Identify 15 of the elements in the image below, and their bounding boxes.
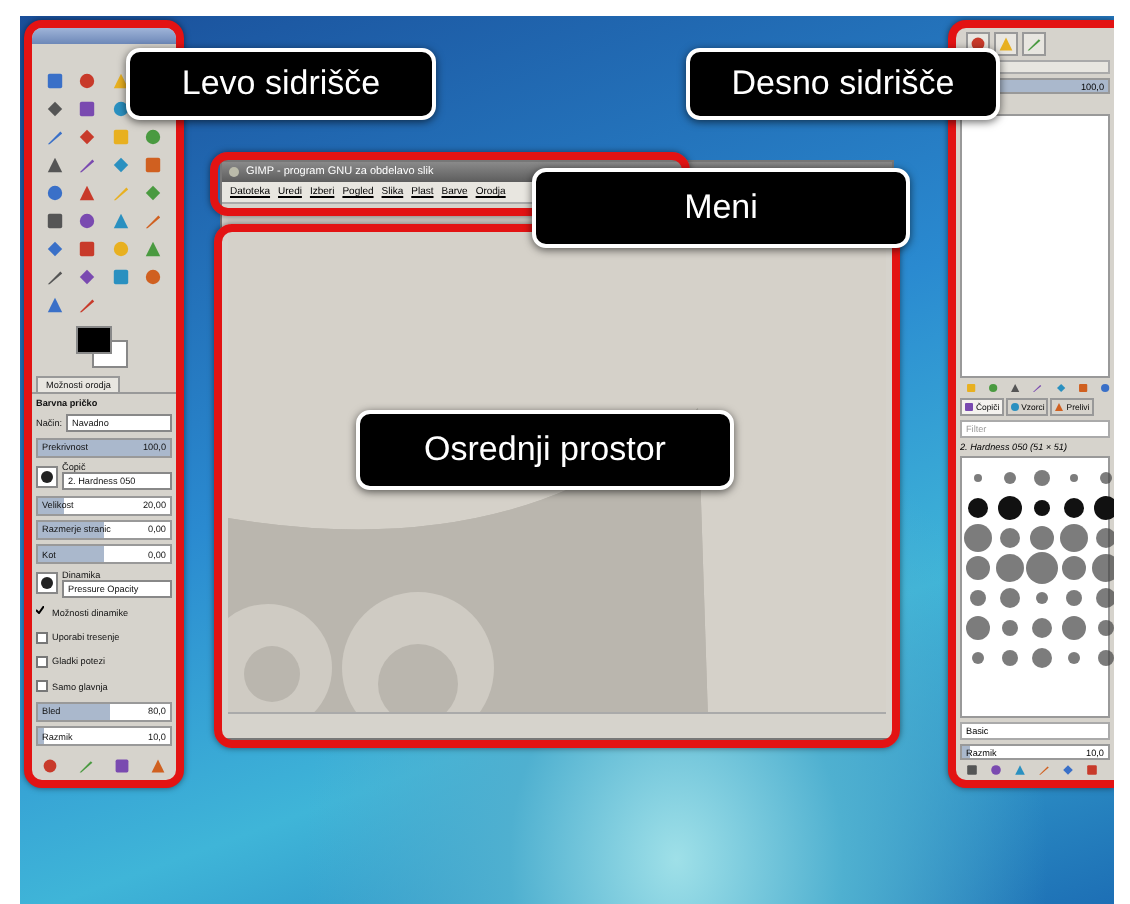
preset-preview[interactable] — [36, 572, 58, 595]
checkbox[interactable] — [36, 606, 48, 619]
annotation-tooltip: Osrednji prostor — [356, 410, 734, 490]
color-swatches-icon[interactable] — [76, 326, 128, 368]
tool-icon[interactable] — [114, 758, 130, 774]
checkbox[interactable] — [36, 631, 48, 644]
annotation-tooltip: Levo sidrišče — [126, 48, 436, 120]
app-icon — [228, 166, 240, 178]
checkbox[interactable] — [36, 655, 48, 668]
annotation-tooltip: Desno sidrišče — [686, 48, 1000, 120]
annotation-tooltip: Meni — [532, 168, 910, 248]
preset-preview[interactable] — [36, 465, 58, 488]
tool-icon[interactable] — [42, 758, 58, 774]
title-bar — [32, 28, 176, 44]
checkbox[interactable] — [36, 680, 48, 693]
